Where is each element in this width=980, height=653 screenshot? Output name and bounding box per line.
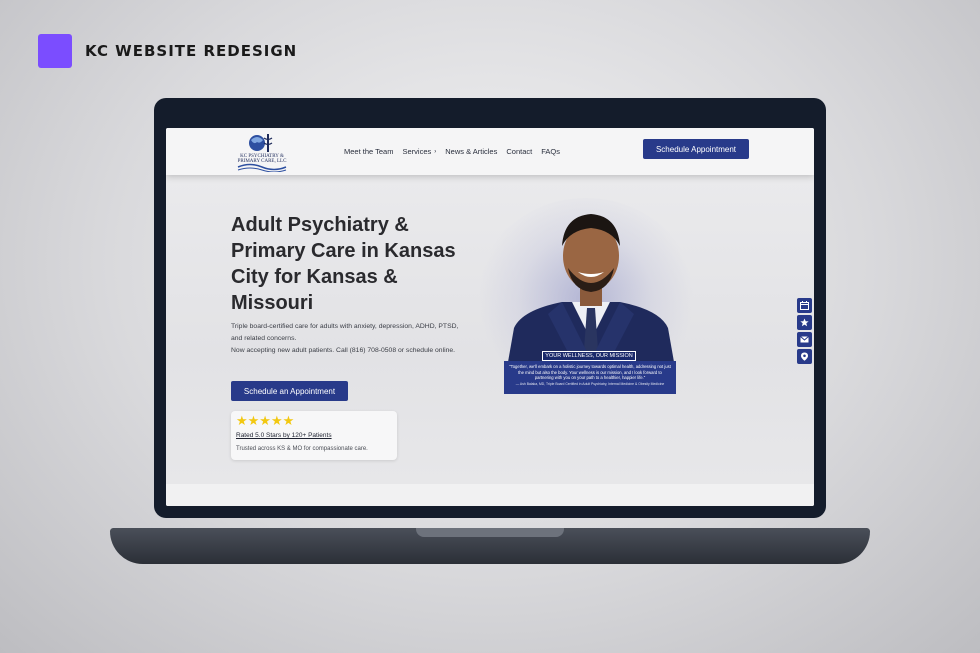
chevron-icon: › xyxy=(434,148,437,155)
mission-label: YOUR WELLNESS, OUR MISSION xyxy=(542,351,636,361)
rating-card: ★★★★★ Rated 5.0 Stars by 120+ Patients T… xyxy=(231,411,397,460)
mail-icon xyxy=(800,336,809,343)
rating-link[interactable]: Rated 5.0 Stars by 120+ Patients xyxy=(236,432,332,439)
laptop-notch xyxy=(416,528,564,537)
mission-quote: "Together, we'll embark on a holistic jo… xyxy=(509,364,671,380)
nav-item-faqs[interactable]: FAQs xyxy=(541,147,560,156)
main-nav: Meet the Team Services › News & Articles… xyxy=(344,147,560,156)
brand-title: KC WEBSITE REDESIGN xyxy=(85,42,298,60)
nav-item-meet-the-team[interactable]: Meet the Team xyxy=(344,147,393,156)
rating-trust-text: Trusted across KS & MO for compassionate… xyxy=(236,446,368,452)
nav-item-services-label: Services xyxy=(402,147,432,156)
schedule-appointment-button[interactable]: Schedule Appointment xyxy=(643,139,749,159)
hero-description-line-2: Now accepting new adult patients. Call (… xyxy=(231,347,456,354)
calendar-icon xyxy=(800,301,809,310)
rating-stars-icon: ★★★★★ xyxy=(236,413,295,428)
side-reviews-button[interactable] xyxy=(797,315,812,330)
footer-strip xyxy=(166,484,814,506)
nav-item-news-articles[interactable]: News & Articles xyxy=(445,147,497,156)
star-icon xyxy=(800,318,809,327)
logo-icon[interactable] xyxy=(234,132,288,172)
mission-signature: — Ash Balaka, MD, Triple Board Certified… xyxy=(515,381,665,386)
nav-item-services[interactable]: Services › xyxy=(402,147,436,156)
hero-description: Triple board-certified care for adults w… xyxy=(231,321,471,357)
brand-header: KC WEBSITE REDESIGN xyxy=(38,34,297,68)
laptop-screen: KC PSYCHIATRY & PRIMARY CARE, LLC Meet t… xyxy=(166,128,814,506)
doctor-portrait xyxy=(508,214,674,362)
schedule-an-appointment-button[interactable]: Schedule an Appointment xyxy=(231,381,348,401)
side-location-button[interactable] xyxy=(797,349,812,364)
side-rail xyxy=(797,298,812,364)
site-header: KC PSYCHIATRY & PRIMARY CARE, LLC Meet t… xyxy=(166,128,814,175)
hero-description-line-1: Triple board-certified care for adults w… xyxy=(231,323,459,342)
brand-logo-square xyxy=(38,34,72,68)
nav-item-contact[interactable]: Contact xyxy=(506,147,532,156)
side-email-button[interactable] xyxy=(797,332,812,347)
logo-text: KC PSYCHIATRY & PRIMARY CARE, LLC xyxy=(237,154,287,164)
mission-quote-box: "Together, we'll embark on a holistic jo… xyxy=(504,361,676,394)
hero-title: Adult Psychiatry & Primary Care in Kansa… xyxy=(231,214,456,314)
side-calendar-button[interactable] xyxy=(797,298,812,313)
location-pin-icon xyxy=(801,352,808,361)
